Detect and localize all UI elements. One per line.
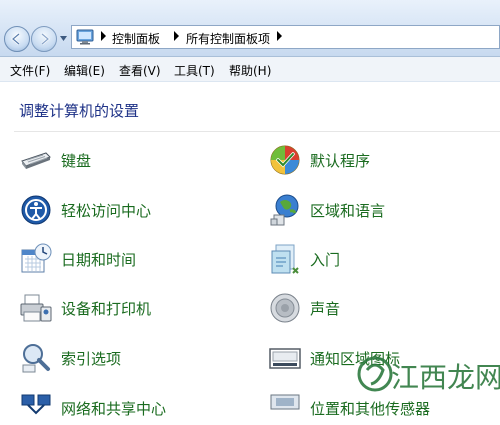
item-label: 网络和共享中心 <box>61 400 167 418</box>
item-label: 声音 <box>310 300 341 318</box>
breadcrumb-all-items[interactable]: 所有控制面板项 <box>186 30 270 47</box>
back-button[interactable] <box>4 26 30 52</box>
keyboard-icon <box>21 152 51 169</box>
item-devices-printers[interactable]: 设备和打印机 <box>19 291 219 325</box>
item-label: 设备和打印机 <box>61 300 152 318</box>
menu-edit[interactable]: 编辑(E) <box>64 62 105 79</box>
watermark-text: 江西龙网 <box>391 361 500 394</box>
item-ease-of-access[interactable]: 轻松访问中心 <box>19 193 219 227</box>
item-network-sharing[interactable]: 网络和共享中心 <box>19 391 219 425</box>
forward-arrow-icon <box>41 33 51 45</box>
breadcrumb-control-panel[interactable]: 控制面板 <box>112 30 160 47</box>
getting-started-icon <box>271 244 299 274</box>
item-date-time[interactable]: 日期和时间 <box>19 242 219 276</box>
item-label: 默认程序 <box>310 152 371 170</box>
watermark-logo-icon <box>357 356 393 392</box>
title-divider <box>14 131 500 132</box>
sound-icon <box>270 293 300 323</box>
notification-area-icon <box>269 348 301 369</box>
indexing-options-icon <box>22 344 50 373</box>
address-toolbar: 控制面板 所有控制面板项 <box>0 0 500 57</box>
item-label: 轻松访问中心 <box>61 202 152 220</box>
item-default-programs[interactable]: 默认程序 <box>268 143 468 177</box>
page-title: 调整计算机的设置 <box>19 102 140 120</box>
item-label: 区域和语言 <box>310 202 386 220</box>
menu-file[interactable]: 文件(F) <box>10 62 50 79</box>
breadcrumb-separator-icon[interactable] <box>174 31 179 41</box>
devices-printers-icon <box>20 294 52 322</box>
item-region-language[interactable]: 区域和语言 <box>268 193 468 227</box>
location-sensors-icon <box>270 394 300 410</box>
menu-help[interactable]: 帮助(H) <box>229 62 271 79</box>
item-sound[interactable]: 声音 <box>268 291 468 325</box>
control-panel-icon <box>76 29 94 45</box>
menu-tools[interactable]: 工具(T) <box>174 62 215 79</box>
menu-view[interactable]: 查看(V) <box>119 62 161 79</box>
region-language-icon <box>270 194 299 226</box>
item-label: 日期和时间 <box>61 251 137 269</box>
watermark: 江西龙网 <box>355 352 500 405</box>
item-label: 入门 <box>310 251 341 269</box>
item-getting-started[interactable]: 入门 <box>268 242 468 276</box>
item-label: 索引选项 <box>61 350 122 368</box>
date-time-icon <box>21 243 52 273</box>
menu-bar: 文件(F) 编辑(E) 查看(V) 工具(T) 帮助(H) <box>0 57 500 82</box>
address-bar[interactable]: 控制面板 所有控制面板项 <box>71 25 500 49</box>
item-indexing-options[interactable]: 索引选项 <box>19 341 219 375</box>
breadcrumb-separator-icon[interactable] <box>101 31 106 41</box>
item-keyboard[interactable]: 键盘 <box>19 143 219 177</box>
forward-button[interactable] <box>31 26 57 52</box>
network-sharing-icon <box>21 394 51 415</box>
ease-of-access-icon <box>21 195 51 225</box>
recent-pages-dropdown-icon[interactable] <box>60 36 67 42</box>
back-arrow-icon <box>10 33 20 45</box>
item-label: 键盘 <box>61 152 92 170</box>
breadcrumb-separator-icon[interactable] <box>277 31 282 41</box>
default-programs-icon <box>270 145 300 175</box>
